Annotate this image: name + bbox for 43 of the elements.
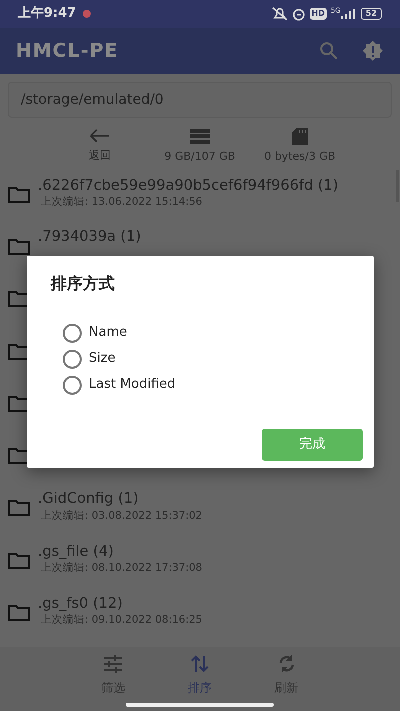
nav-tab[interactable]: 排序 (180, 647, 220, 711)
sd-card-icon (292, 128, 308, 145)
filter-icon (103, 654, 124, 674)
modified-date: 上次编辑: 13.06.2022 15:14:56 (41, 194, 204, 210)
modified-date: 上次编辑: 08.10.2022 17:37:08 (41, 561, 202, 576)
storage-icon (189, 128, 211, 145)
dialog-title: 排序方式 (51, 273, 116, 295)
file-name[interactable]: .6226f7cbe59e99a90b5cef6f94f966fd (1) (38, 178, 339, 195)
file-name[interactable]: .7934039a (1) (38, 228, 142, 246)
radio-option[interactable]: Name (51, 320, 140, 346)
clock: 上午9:47 (18, 5, 76, 24)
file-name[interactable]: .gs_file (4) (38, 544, 202, 562)
signal-icon (340, 9, 355, 19)
radio-button[interactable] (63, 324, 82, 342)
radio-option[interactable]: Size (51, 346, 128, 372)
app-title: HMCL-PE (16, 38, 119, 64)
search-button[interactable] (320, 42, 338, 60)
mute-icon (272, 7, 288, 21)
file-name[interactable]: .GidConfig (1) (38, 491, 202, 509)
done-button[interactable]: 完成 (262, 429, 363, 461)
radio-button[interactable] (63, 350, 82, 368)
radio-option[interactable]: Last Modified (51, 372, 188, 398)
sort-arrows-icon (190, 654, 210, 674)
alert-button[interactable] (362, 40, 384, 62)
hd-label: HD (310, 8, 327, 20)
radio-button[interactable] (63, 376, 82, 394)
file-name[interactable]: .gs_fs0 (12) (38, 596, 202, 614)
toolbar-button[interactable]: 9 GB/107 GB (150, 128, 250, 168)
folder-icon (8, 604, 30, 622)
modified-date: 上次编辑: 03.08.2022 15:37:02 (41, 508, 202, 524)
alert-icon (362, 40, 384, 62)
folder-icon (8, 552, 30, 569)
toolbar-button[interactable]: 返回 (50, 128, 150, 168)
back-arrow-icon (89, 128, 111, 144)
folder-icon (8, 186, 30, 203)
battery-indicator: 52 (360, 8, 382, 20)
search-icon (320, 42, 338, 60)
path-field[interactable]: /storage/emulated/0 (8, 82, 392, 118)
toolbar-button[interactable]: 0 bytes/3 GB (250, 128, 350, 168)
modified-date: 上次编辑: 09.10.2022 08:16:25 (41, 613, 202, 628)
folder-icon (8, 499, 30, 516)
folder-icon (8, 238, 30, 255)
notification-icon (82, 9, 92, 19)
